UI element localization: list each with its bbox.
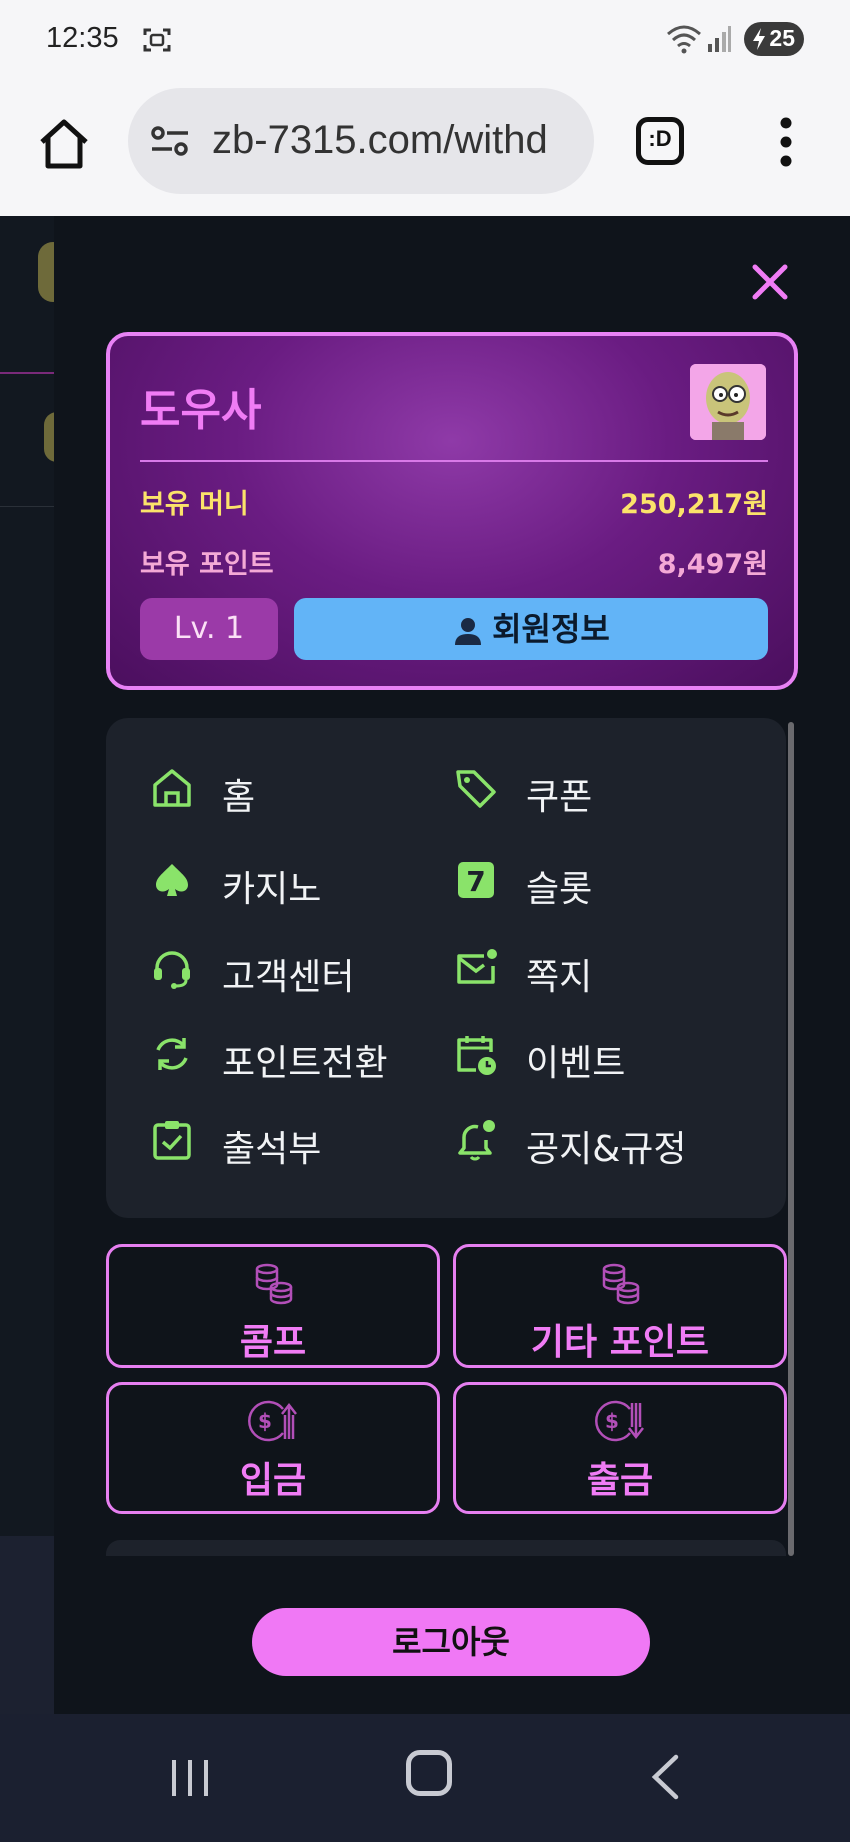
money-label: 보유 머니 (140, 489, 249, 520)
slot-7-icon: 7 (458, 862, 494, 898)
site-left-strip (0, 216, 70, 1536)
refresh-icon (156, 1038, 188, 1070)
browser-toolbar: zb-7315.com/withd :D (0, 80, 850, 216)
level-badge: Lv. 1 (140, 598, 278, 660)
menu-item-label: 쿠폰 (526, 777, 593, 818)
menu-item-label: 홈 (222, 777, 256, 818)
charging-icon (753, 28, 765, 50)
tab-switcher-button[interactable]: :D (636, 117, 684, 165)
coins-icon (602, 1263, 640, 1305)
menu-item-point-convert[interactable]: 포인트전환 (150, 1024, 450, 1084)
url-text: zb-7315.com/withd (212, 118, 548, 162)
username: 도우사 (140, 385, 262, 436)
withdraw-dollar-icon: $ (595, 1400, 644, 1442)
system-nav-bar (0, 1714, 850, 1842)
address-bar[interactable]: zb-7315.com/withd (128, 88, 594, 194)
deposit-button[interactable]: $ 입금 (106, 1382, 440, 1514)
battery-indicator: 25 (744, 22, 804, 56)
point-label: 보유 포인트 (140, 549, 274, 580)
menu-item-label: 고객센터 (222, 957, 355, 998)
other-point-button[interactable]: 기타 포인트 (453, 1244, 787, 1368)
signal-icon (708, 26, 731, 52)
tag-icon (456, 770, 496, 808)
menu-item-label: 공지&규정 (526, 1129, 687, 1170)
divider (0, 506, 54, 507)
checklist-icon (153, 1121, 191, 1160)
menu-item-label: 이벤트 (526, 1043, 626, 1084)
other-point-label: 기타 포인트 (530, 1322, 710, 1363)
browser-home-icon[interactable] (36, 116, 92, 172)
back-icon[interactable] (650, 1754, 680, 1800)
system-home-icon[interactable] (406, 1750, 452, 1796)
menu-item-slot[interactable]: 7 슬롯 (454, 850, 754, 910)
wifi-icon (667, 25, 701, 54)
menu-item-home[interactable]: 홈 (150, 758, 410, 818)
menu-item-label: 출석부 (222, 1129, 322, 1170)
recent-apps-icon[interactable] (168, 1756, 212, 1800)
svg-text:7: 7 (466, 865, 485, 898)
menu-item-label: 쪽지 (526, 957, 593, 998)
mail-icon (457, 949, 497, 984)
home-icon (153, 769, 191, 807)
menu-item-casino[interactable]: 카지노 (150, 850, 410, 910)
bell-icon (458, 1120, 495, 1161)
status-time: 12:35 (46, 22, 119, 54)
more-menu-icon[interactable] (778, 116, 794, 168)
scrollbar[interactable] (788, 722, 794, 1556)
menu-section-partial (106, 1540, 786, 1556)
menu-item-label: 슬롯 (526, 869, 593, 910)
menu-item-support[interactable]: 고객센터 (150, 938, 410, 998)
logout-button[interactable]: 로그아웃 (252, 1608, 650, 1676)
withdraw-label: 출금 (586, 1460, 654, 1501)
menu-item-event[interactable]: 이벤트 (454, 1024, 754, 1084)
member-info-button[interactable]: 회원정보 (294, 598, 768, 660)
battery-level: 25 (769, 25, 795, 51)
headset-icon (154, 951, 190, 989)
comp-label: 콤프 (239, 1322, 307, 1363)
svg-text:$: $ (258, 1409, 272, 1433)
deposit-label: 입금 (239, 1460, 307, 1501)
tab-switcher-label: :D (648, 126, 672, 151)
menu-item-notice[interactable]: 공지&규정 (454, 1110, 774, 1170)
coins-icon (255, 1263, 293, 1305)
money-value: 250,217원 (620, 489, 768, 520)
screenshot-icon (143, 28, 171, 52)
withdraw-button[interactable]: $ 출금 (453, 1382, 787, 1514)
comp-button[interactable]: 콤프 (106, 1244, 440, 1368)
spade-icon (156, 864, 188, 896)
svg-text:$: $ (605, 1409, 619, 1433)
zombie-avatar-icon (690, 364, 766, 440)
user-icon (455, 618, 482, 645)
menu-item-coupon[interactable]: 쿠폰 (454, 758, 754, 818)
point-value: 8,497원 (657, 549, 768, 580)
profile-card: 도우사 보유 머니 250,217원 보유 포인트 8,497원 Lv. 1 회… (106, 332, 798, 690)
divider (0, 372, 54, 374)
avatar (690, 364, 766, 440)
menu-item-message[interactable]: 쪽지 (454, 938, 754, 998)
status-bar: 12:35 25 (0, 0, 850, 80)
divider (140, 460, 768, 462)
close-icon[interactable] (750, 262, 790, 302)
menu-item-attendance[interactable]: 출석부 (150, 1110, 410, 1170)
member-info-label: 회원정보 (492, 610, 610, 648)
calendar-icon (457, 1036, 496, 1075)
deposit-dollar-icon: $ (248, 1400, 297, 1442)
site-settings-icon[interactable] (150, 124, 190, 158)
menu-item-label: 포인트전환 (222, 1043, 388, 1084)
menu-item-label: 카지노 (222, 869, 322, 910)
